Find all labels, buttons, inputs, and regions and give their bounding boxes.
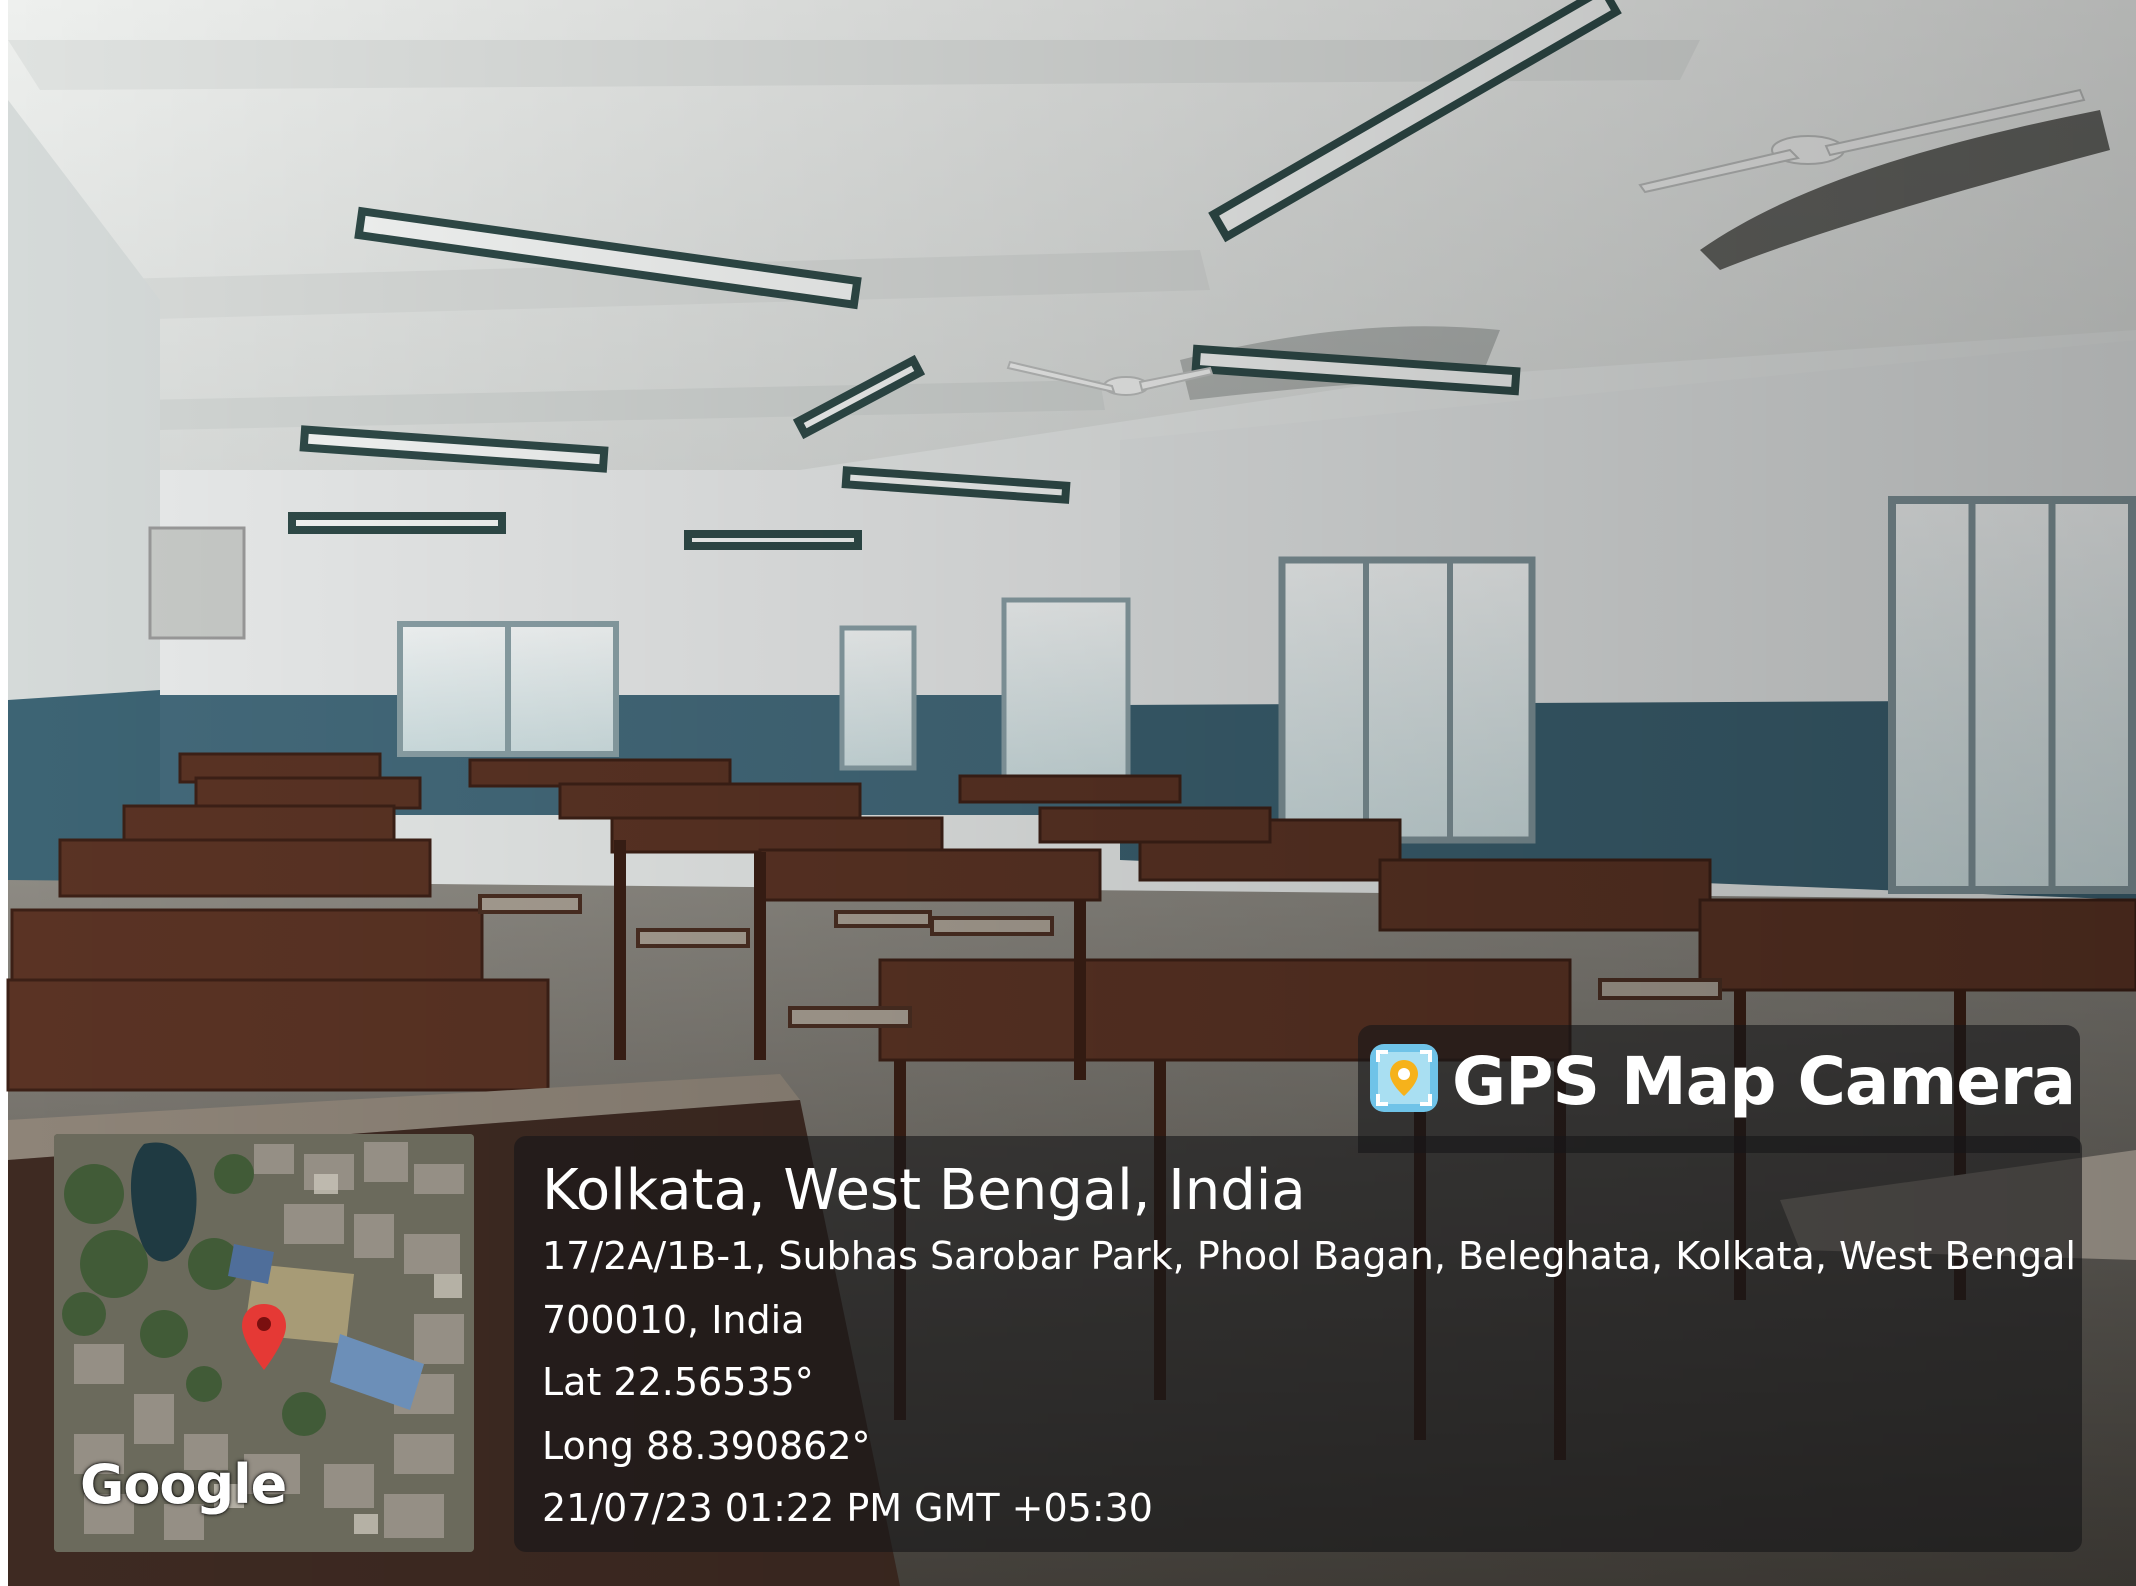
address-line-2: 700010, India <box>542 1298 805 1342</box>
app-title: GPS Map Camera <box>1452 1043 2076 1120</box>
map-pin-icon <box>242 1304 286 1370</box>
location-title: Kolkata, West Bengal, India <box>542 1158 1306 1223</box>
timestamp: 21/07/23 01:22 PM GMT +05:30 <box>542 1486 1153 1530</box>
map-camera-icon <box>1368 1042 1440 1114</box>
longitude: Long 88.390862° <box>542 1424 871 1468</box>
address-line-1: 17/2A/1B-1, Subhas Sarobar Park, Phool B… <box>542 1234 2076 1278</box>
latitude: Lat 22.56535° <box>542 1360 814 1404</box>
google-wordmark: Google <box>80 1453 287 1516</box>
